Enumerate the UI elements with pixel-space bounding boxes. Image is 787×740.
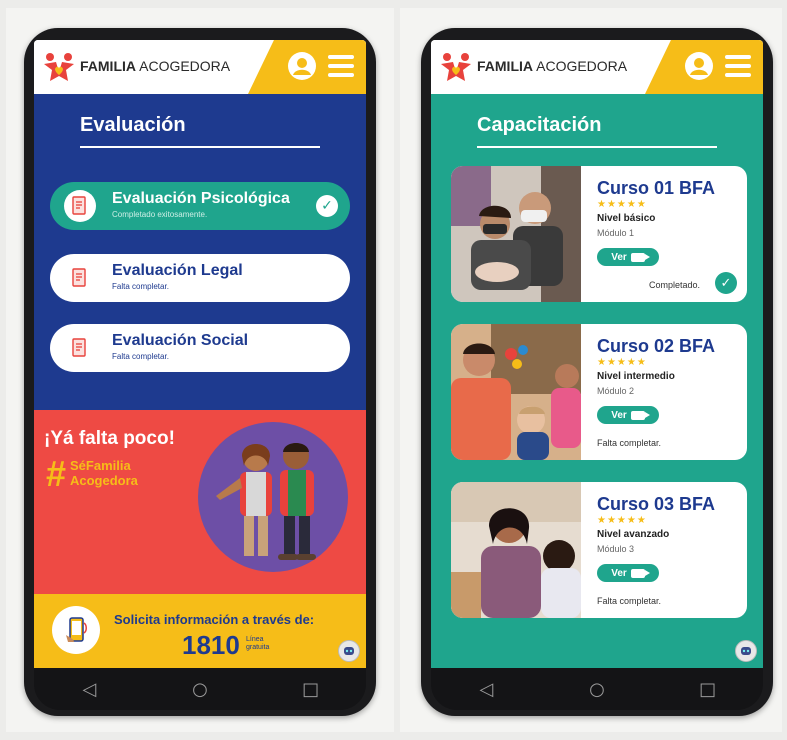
- contact-text: Solicita información a través de:: [114, 612, 315, 627]
- brand-name: FAMILIA ACOGEDORA: [80, 58, 231, 74]
- view-video-button[interactable]: Ver: [597, 248, 659, 266]
- menu-line: [725, 73, 751, 77]
- hashtag-line-2: Acogedora: [70, 473, 138, 488]
- evaluation-title: Evaluación Social: [112, 332, 249, 349]
- course-photo: [451, 166, 581, 302]
- document-icon: [64, 190, 96, 222]
- course-card-01[interactable]: Curso 01 BFA ★★★★★ Nivel básico Módulo 1…: [451, 166, 747, 302]
- menu-button[interactable]: [725, 55, 751, 77]
- evaluation-item-legal[interactable]: Evaluación Legal Falta completar.: [50, 254, 350, 302]
- course-module: Módulo 2: [597, 386, 635, 396]
- user-icon: [690, 58, 708, 75]
- course-title: Curso 02 BFA: [597, 336, 716, 356]
- phone-left: FAMILIA ACOGEDORA Evaluación Evaluación …: [24, 28, 376, 716]
- evaluation-status: Falta completar.: [112, 352, 169, 361]
- hashtag-text: SéFamilia Acogedora: [70, 458, 138, 488]
- course-level: Nivel básico: [597, 213, 656, 224]
- brand-name: FAMILIA ACOGEDORA: [477, 58, 628, 74]
- menu-line: [328, 73, 354, 77]
- app-header: FAMILIA ACOGEDORA: [431, 40, 763, 94]
- robot-icon: [741, 647, 751, 655]
- course-photo: [451, 324, 581, 460]
- evaluation-title: Evaluación Psicológica: [112, 190, 290, 207]
- hotline-note: Línea gratuita: [246, 636, 270, 651]
- course-photo: [451, 482, 581, 618]
- family-logo-icon: [441, 53, 471, 81]
- evaluation-item-social[interactable]: Evaluación Social Falta completar.: [50, 324, 350, 372]
- course-level: Nivel intermedio: [597, 371, 675, 382]
- evaluation-panel: Evaluación Evaluación Psicológica Comple…: [34, 94, 366, 410]
- robot-icon: [344, 647, 354, 655]
- back-icon[interactable]: ◁: [471, 674, 501, 704]
- title-divider: [80, 146, 320, 148]
- user-profile-button[interactable]: [288, 52, 316, 80]
- menu-button[interactable]: [328, 55, 354, 77]
- system-navbar: ◁ ○ □: [431, 668, 763, 710]
- brand-logo[interactable]: FAMILIA ACOGEDORA: [439, 50, 627, 82]
- check-icon: ✓: [715, 272, 737, 294]
- video-camera-icon: [630, 410, 650, 420]
- video-camera-icon: [630, 252, 650, 262]
- hotline-number[interactable]: 1810: [182, 630, 240, 661]
- user-icon: [293, 58, 311, 75]
- menu-line: [725, 64, 751, 68]
- phone-right: FAMILIA ACOGEDORA Capacitación Curso 01 …: [421, 28, 773, 716]
- course-module: Módulo 1: [597, 228, 635, 238]
- page-title: Evaluación: [80, 114, 186, 136]
- document-icon: [64, 262, 96, 294]
- volunteers-illustration: [198, 422, 348, 572]
- rating-stars: ★★★★★: [597, 357, 647, 368]
- view-video-button[interactable]: Ver: [597, 564, 659, 582]
- recents-icon[interactable]: □: [296, 674, 326, 704]
- course-status: Falta completar.: [597, 596, 662, 606]
- view-video-button[interactable]: Ver: [597, 406, 659, 424]
- check-icon: ✓: [316, 195, 338, 217]
- recents-icon[interactable]: □: [693, 674, 723, 704]
- menu-line: [328, 55, 354, 59]
- course-title: Curso 03 BFA: [597, 494, 716, 514]
- menu-line: [328, 64, 354, 68]
- course-level: Nivel avanzado: [597, 529, 670, 540]
- home-icon[interactable]: ○: [185, 674, 215, 704]
- rating-stars: ★★★★★: [597, 199, 647, 210]
- course-status: Completado.: [649, 280, 701, 290]
- training-panel: Capacitación Curso 01 BFA ★★★★★ Nivel bá…: [431, 94, 763, 668]
- course-card-03[interactable]: Curso 03 BFA ★★★★★ Nivel avanzado Módulo…: [451, 482, 747, 618]
- evaluation-status: Falta completar.: [112, 282, 169, 291]
- hashtag-symbol: #: [46, 453, 67, 494]
- user-profile-button[interactable]: [685, 52, 713, 80]
- course-status: Falta completar.: [597, 438, 662, 448]
- chatbot-button[interactable]: [338, 640, 360, 662]
- brand-logo[interactable]: FAMILIA ACOGEDORA: [42, 50, 230, 82]
- evaluation-title: Evaluación Legal: [112, 262, 243, 279]
- evaluation-item-psicologica[interactable]: Evaluación Psicológica Completado exitos…: [50, 182, 350, 230]
- training-screen: FAMILIA ACOGEDORA Capacitación Curso 01 …: [431, 40, 763, 668]
- app-header: FAMILIA ACOGEDORA: [34, 40, 366, 94]
- promo-banner: ¡Yá falta poco! # SéFamilia Acogedora: [34, 410, 366, 594]
- home-icon[interactable]: ○: [582, 674, 612, 704]
- course-card-02[interactable]: Curso 02 BFA ★★★★★ Nivel intermedio Módu…: [451, 324, 747, 460]
- title-divider: [477, 146, 717, 148]
- video-camera-icon: [630, 568, 650, 578]
- document-icon: [64, 332, 96, 364]
- phone-icon[interactable]: [52, 606, 100, 654]
- chatbot-button[interactable]: [735, 640, 757, 662]
- evaluation-screen: FAMILIA ACOGEDORA Evaluación Evaluación …: [34, 40, 366, 668]
- contact-footer: Solicita información a través de: 1810 L…: [34, 594, 366, 668]
- promo-title: ¡Yá falta poco!: [44, 428, 175, 449]
- screenshot-stage: FAMILIA ACOGEDORA Evaluación Evaluación …: [0, 0, 787, 740]
- back-icon[interactable]: ◁: [74, 674, 104, 704]
- page-title: Capacitación: [477, 114, 602, 136]
- rating-stars: ★★★★★: [597, 515, 647, 526]
- system-navbar: ◁ ○ □: [34, 668, 366, 710]
- hashtag-line-1: SéFamilia: [70, 458, 131, 473]
- family-logo-icon: [44, 53, 74, 81]
- menu-line: [725, 55, 751, 59]
- course-module: Módulo 3: [597, 544, 635, 554]
- course-title: Curso 01 BFA: [597, 178, 716, 198]
- evaluation-status: Completado exitosamente.: [112, 210, 208, 219]
